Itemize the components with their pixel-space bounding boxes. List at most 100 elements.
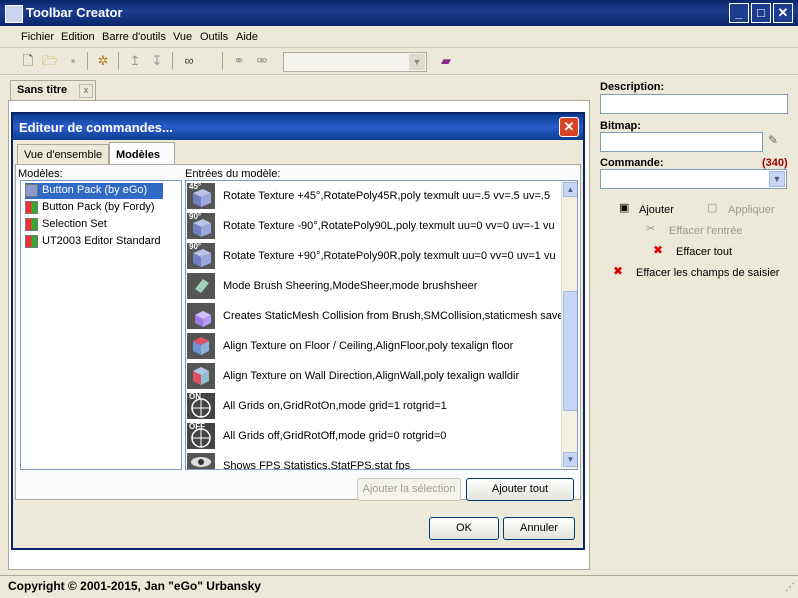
list-item[interactable]: Rotate Texture +90°,RotatePoly90R,poly t… (186, 241, 566, 271)
open-folder-icon[interactable]: 🗁 (41, 52, 59, 70)
clear-fields-icon: ✖ (613, 264, 624, 278)
pack-icon (25, 218, 38, 231)
list-item[interactable]: Shows FPS Statistics,StatFPS,stat fps (186, 451, 566, 470)
link-icon[interactable]: ⚭ (230, 52, 248, 70)
align-floor-icon (187, 333, 215, 359)
menu-vue[interactable]: Vue (173, 31, 192, 43)
entries-scrollbar[interactable]: ▲ ▼ (561, 181, 577, 469)
tab-close-icon[interactable]: x (79, 84, 93, 98)
entries-list[interactable]: Rotate Texture +45°,RotatePoly45R,poly t… (185, 180, 578, 470)
annuler-button[interactable]: Annuler (503, 517, 575, 540)
menu-outils[interactable]: Outils (200, 31, 228, 43)
entry-label: Align Texture on Floor / Ceiling,AlignFl… (223, 340, 514, 352)
commande-combo[interactable]: ▼ (600, 169, 787, 189)
bitmap-field[interactable] (600, 132, 763, 152)
list-item[interactable]: Rotate Texture -90°,RotatePoly90L,poly t… (186, 211, 566, 241)
menu-barre-outils[interactable]: Barre d'outils (102, 31, 166, 43)
align-wall-icon (187, 363, 215, 389)
tab-vue-ensemble[interactable]: Vue d'ensemble (17, 144, 109, 165)
pack-icon (25, 184, 38, 197)
minimize-button[interactable]: _ (729, 3, 749, 23)
tab-modeles[interactable]: Modèles (109, 142, 175, 165)
title-bar: Toolbar Creator _ □ ✕ (0, 0, 798, 26)
eye-icon (187, 453, 215, 469)
menu-fichier[interactable]: Fichier (21, 31, 54, 43)
resize-grip-icon[interactable]: ⋰ (785, 582, 795, 593)
add-icon: ▣ (619, 202, 630, 214)
ajouter-tout-button[interactable]: Ajouter tout (466, 478, 574, 501)
entry-label: All Grids off,GridRotOff,mode grid=0 rot… (223, 430, 447, 442)
bitmap-label: Bitmap: (600, 120, 641, 132)
list-item[interactable]: Rotate Texture +45°,RotatePoly45R,poly t… (186, 181, 566, 211)
effacer-entree-button[interactable]: Effacer l'entrée (669, 225, 742, 237)
help-book-icon[interactable]: ▰ (437, 52, 455, 70)
list-item[interactable]: All Grids off,GridRotOff,mode grid=0 rot… (186, 421, 566, 451)
list-item[interactable]: Selection Set (25, 217, 163, 233)
menu-edition[interactable]: Edition (61, 31, 95, 43)
dialog-title-bar: Editeur de commandes... ✕ (13, 114, 583, 140)
entry-badge: 90° (189, 212, 202, 221)
entry-label: Align Texture on Wall Direction,AlignWal… (223, 370, 520, 382)
app-icon (5, 5, 23, 23)
ajouter-selection-button[interactable]: Ajouter la sélection (357, 478, 461, 501)
staticmesh-icon (187, 303, 215, 329)
scroll-thumb[interactable] (563, 291, 577, 411)
entry-label: Rotate Texture +45°,RotatePoly45R,poly t… (223, 190, 551, 202)
description-label: Description: (600, 81, 665, 93)
toolbar-combo[interactable]: ▼ (283, 52, 427, 72)
tab-modeles-label: Modèles (116, 149, 161, 161)
pack-icon (25, 235, 38, 248)
ok-button[interactable]: OK (429, 517, 499, 540)
unlink-icon[interactable]: ⚮ (253, 52, 271, 70)
list-item-label: Button Pack (by Fordy) (42, 201, 155, 213)
scroll-down-icon[interactable]: ▼ (563, 452, 577, 467)
move-down-icon[interactable]: ↧ (148, 52, 166, 70)
ajouter-button[interactable]: Ajouter (639, 204, 674, 216)
maximize-button[interactable]: □ (751, 3, 771, 23)
chevron-down-icon[interactable]: ▼ (769, 171, 785, 187)
window-title: Toolbar Creator (26, 5, 123, 20)
new-file-icon[interactable]: 🗋 (19, 52, 37, 70)
close-button[interactable]: ✕ (773, 3, 793, 23)
appliquer-button[interactable]: Appliquer (728, 204, 774, 216)
entries-container: Rotate Texture +45°,RotatePoly45R,poly t… (186, 181, 566, 469)
tab-vue-ensemble-label: Vue d'ensemble (24, 149, 103, 161)
move-up-icon[interactable]: ↥ (126, 52, 144, 70)
modeles-label: Modèles: (18, 168, 63, 180)
erase-all-icon: ✖ (653, 243, 664, 257)
menu-aide[interactable]: Aide (236, 31, 258, 43)
list-item[interactable]: All Grids on,GridRotOn,mode grid=1 rotgr… (186, 391, 566, 421)
effacer-tout-button[interactable]: Effacer tout (676, 246, 732, 258)
copyright-text: Copyright © 2001-2015, Jan "eGo" Urbansk… (8, 579, 261, 593)
list-item[interactable]: UT2003 Editor Standard (25, 234, 163, 250)
list-item[interactable]: Align Texture on Floor / Ceiling,AlignFl… (186, 331, 566, 361)
entry-badge: ON (189, 392, 201, 401)
list-item[interactable]: Align Texture on Wall Direction,AlignWal… (186, 361, 566, 391)
scroll-up-icon[interactable]: ▲ (563, 182, 577, 197)
description-field[interactable] (600, 94, 788, 114)
entry-label: Rotate Texture +90°,RotatePoly90R,poly t… (223, 250, 556, 262)
tab-sans-titre[interactable]: Sans titre x (10, 80, 96, 100)
effacer-champs-button[interactable]: Effacer les champs de saisier (636, 267, 779, 279)
settings-icon[interactable]: ✲ (94, 52, 112, 70)
entry-label: Shows FPS Statistics,StatFPS,stat fps (223, 460, 411, 470)
chevron-down-icon[interactable]: ▼ (409, 54, 425, 70)
entry-badge: 90° (189, 242, 202, 251)
list-item[interactable]: Mode Brush Sheering,ModeSheer,mode brush… (186, 271, 566, 301)
erase-entry-icon: ✂ (646, 223, 656, 235)
list-item[interactable]: Creates StaticMesh Collision from Brush,… (186, 301, 566, 331)
dialog-close-button[interactable]: ✕ (559, 117, 579, 137)
list-item-label: Selection Set (42, 218, 107, 230)
list-item[interactable]: Button Pack (by Fordy) (25, 200, 163, 216)
entry-label: Creates StaticMesh Collision from Brush,… (223, 310, 566, 322)
list-item-label: Button Pack (by eGo) (42, 184, 148, 196)
entry-label: Rotate Texture -90°,RotatePoly90L,poly t… (223, 220, 555, 232)
browse-bitmap-icon[interactable]: ✎ (768, 133, 786, 149)
list-item[interactable]: Button Pack (by eGo) (25, 183, 163, 199)
preview-glasses-icon[interactable]: ∞ (180, 52, 198, 70)
entry-badge: OFF (189, 422, 205, 431)
save-icon[interactable]: ▪ (64, 52, 82, 70)
entry-badge: 45° (189, 182, 202, 191)
command-editor-dialog: Editeur de commandes... ✕ Vue d'ensemble… (11, 112, 585, 550)
modeles-list[interactable]: Button Pack (by eGo) Button Pack (by For… (20, 180, 182, 470)
